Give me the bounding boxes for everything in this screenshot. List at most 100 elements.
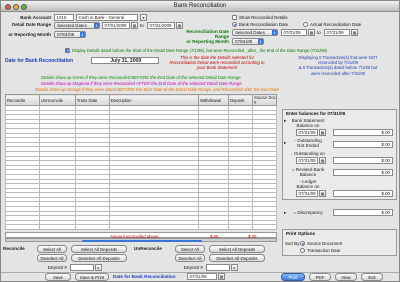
- ledger-balance-label: - Ledger Balance on: [285, 179, 331, 189]
- save-print-button[interactable]: Save & Print: [75, 273, 109, 281]
- scrollbar-thumb[interactable]: [82, 239, 202, 242]
- bank-recon-date-radio[interactable]: [232, 22, 237, 27]
- select-arrows-icon: ⇕: [258, 39, 263, 44]
- outstanding-not-ended-field[interactable]: $.00: [333, 141, 393, 148]
- transactions-table[interactable]: Reconcile Unreconcile Trans Date Descrip…: [5, 94, 277, 231]
- select-arrows-icon: ⇕: [80, 32, 85, 37]
- recon-range-select[interactable]: Selected Dates ⇕: [232, 29, 278, 36]
- table-cell[interactable]: [5, 224, 40, 230]
- bank-account-number-field[interactable]: 1010: [54, 14, 74, 21]
- calendar-icon[interactable]: ▦: [308, 29, 315, 36]
- pdf-button[interactable]: PDF: [309, 273, 331, 281]
- recon-range-value: Selected Dates: [235, 30, 265, 35]
- count-line: were reconciled after 7/31/09: [310, 70, 365, 76]
- table-row[interactable]: [5, 224, 277, 230]
- column-header-source-doc[interactable]: Source Doc #: [252, 94, 277, 106]
- calendar-icon[interactable]: ▦: [319, 129, 326, 136]
- calendar-icon[interactable]: ▦: [319, 190, 326, 197]
- lookup-icon[interactable]: ▸: [231, 264, 238, 271]
- column-header-unreconcile[interactable]: Unreconcile: [38, 94, 76, 106]
- calendar-icon[interactable]: ▦: [176, 22, 183, 29]
- discrepancy-field: $.00: [333, 209, 393, 216]
- deposit-number-label: Deposit #: [47, 265, 67, 270]
- revised-label-line: Balance: [299, 172, 317, 177]
- column-header-withdrawal[interactable]: Withdrawal: [198, 94, 230, 106]
- sort-by-label: Sort By: [285, 241, 300, 246]
- detail-from-field[interactable]: 07/01/2009: [102, 22, 130, 29]
- reporting-month-select[interactable]: 07/01/09 ⇕: [54, 31, 86, 38]
- revised-balance-field: $.00: [333, 169, 393, 176]
- actual-recon-date-radio[interactable]: [303, 22, 308, 27]
- detail-range-value: Selected Dates: [57, 23, 87, 28]
- calendar-icon[interactable]: ▦: [131, 22, 138, 29]
- save-button[interactable]: Save: [45, 273, 71, 281]
- recon-date-label: Date for Bank Reconciliation: [5, 58, 74, 64]
- statement-balance-field[interactable]: $.00: [333, 129, 393, 136]
- select-all-deposits-button[interactable]: Select All Deposits: [71, 245, 127, 253]
- print-options-title: Print Options: [286, 231, 316, 236]
- un-deposit-number-label: Deposit #: [183, 265, 203, 270]
- sort-transaction-date-radio[interactable]: [300, 248, 305, 253]
- ledger-date-field[interactable]: 07/31/09: [296, 190, 318, 197]
- sort-transaction-date-label: Transaction Date: [307, 248, 341, 253]
- table-body[interactable]: [5, 105, 277, 230]
- table-cell[interactable]: [108, 224, 200, 230]
- close-window-icon[interactable]: [5, 3, 11, 10]
- window-title: Bank Reconciliation: [173, 3, 227, 9]
- column-header-reconcile[interactable]: Reconcile: [5, 94, 40, 106]
- recon-range-label: Reconciliation Date Range: [186, 29, 229, 39]
- un-deselect-all-deposits-button[interactable]: Deselect All Deposits: [209, 254, 265, 262]
- lookup-icon[interactable]: ▸: [95, 264, 102, 271]
- table-cell[interactable]: [198, 224, 230, 230]
- un-deselect-all-button[interactable]: Deselect All: [175, 254, 205, 262]
- show-reconciled-checkbox[interactable]: [232, 15, 237, 20]
- recon-date-field[interactable]: July 31, 2009: [91, 57, 159, 64]
- detail-to-field[interactable]: 07/31/2009: [147, 22, 175, 29]
- table-cell[interactable]: [38, 224, 76, 230]
- reporting-month-value: 07/01/09: [57, 32, 75, 37]
- minimize-window-icon[interactable]: [13, 3, 19, 10]
- calendar-icon[interactable]: ▦: [351, 29, 358, 36]
- deselect-all-button[interactable]: Deselect All: [37, 254, 67, 262]
- detail-to-word: to: [140, 23, 144, 28]
- zoom-window-icon[interactable]: [21, 3, 27, 10]
- un-select-all-deposits-button[interactable]: Select All Deposits: [209, 245, 265, 253]
- sort-source-doc-radio[interactable]: [300, 241, 305, 246]
- recon-from-field[interactable]: 07/01/09: [281, 29, 307, 36]
- select-all-button[interactable]: Select All: [37, 245, 67, 253]
- recon-reporting-month-select[interactable]: 07/01/09 ⇕: [232, 38, 264, 45]
- outstanding-on-field[interactable]: $.00: [333, 157, 393, 164]
- bank-account-lookup-icon[interactable]: ▾: [140, 14, 147, 21]
- bank-account-name-field[interactable]: Cash in Bank - General: [76, 14, 138, 21]
- horizontal-scrollbar[interactable]: [5, 238, 277, 242]
- recon-to-field[interactable]: 07/31/09: [324, 29, 350, 36]
- deselect-all-deposits-button[interactable]: Deselect All Deposits: [71, 254, 127, 262]
- column-header-trans-date[interactable]: Trans Date: [74, 94, 110, 106]
- table-cell[interactable]: [252, 224, 277, 230]
- calendar-icon[interactable]: ▦: [218, 273, 225, 280]
- reconcile-label: Reconcile: [3, 246, 25, 251]
- un-deposit-number-field[interactable]: [206, 264, 230, 271]
- table-cell[interactable]: [74, 224, 110, 230]
- display-details-checkbox[interactable]: [65, 48, 71, 54]
- reporting-month-label: or Reporting Month: [8, 32, 51, 37]
- table-cell[interactable]: [228, 224, 254, 230]
- calendar-icon[interactable]: ▦: [319, 157, 326, 164]
- view-button[interactable]: View: [335, 273, 357, 281]
- statement-label-line: Balance on: [296, 123, 320, 128]
- detail-range-select[interactable]: Selected Dates ⇕: [54, 22, 100, 29]
- show-reconciled-label: Show Reconciled Details: [239, 15, 288, 20]
- detail-range-label: Detail Date Range: [11, 22, 51, 27]
- print-button[interactable]: Print: [281, 273, 305, 281]
- column-header-deposit[interactable]: Deposit: [228, 94, 254, 106]
- bottom-recon-date-field[interactable]: 07/31/09: [187, 273, 217, 280]
- statement-date-field[interactable]: 07/31/09: [296, 129, 318, 136]
- deposit-number-field[interactable]: [70, 264, 94, 271]
- un-select-all-button[interactable]: Select All: [175, 245, 205, 253]
- exit-button[interactable]: Exit: [361, 273, 383, 281]
- column-header-description[interactable]: Description: [108, 94, 200, 106]
- legend-green: Details show up Green if they were Recon…: [41, 75, 241, 80]
- recon-reporting-month-label: or Reporting Month: [186, 39, 229, 44]
- bank-reconciliation-window: Bank Reconciliation Bank Account 1010 Ca…: [0, 0, 400, 282]
- outstanding-on-date-field[interactable]: 07/31/09: [296, 157, 318, 164]
